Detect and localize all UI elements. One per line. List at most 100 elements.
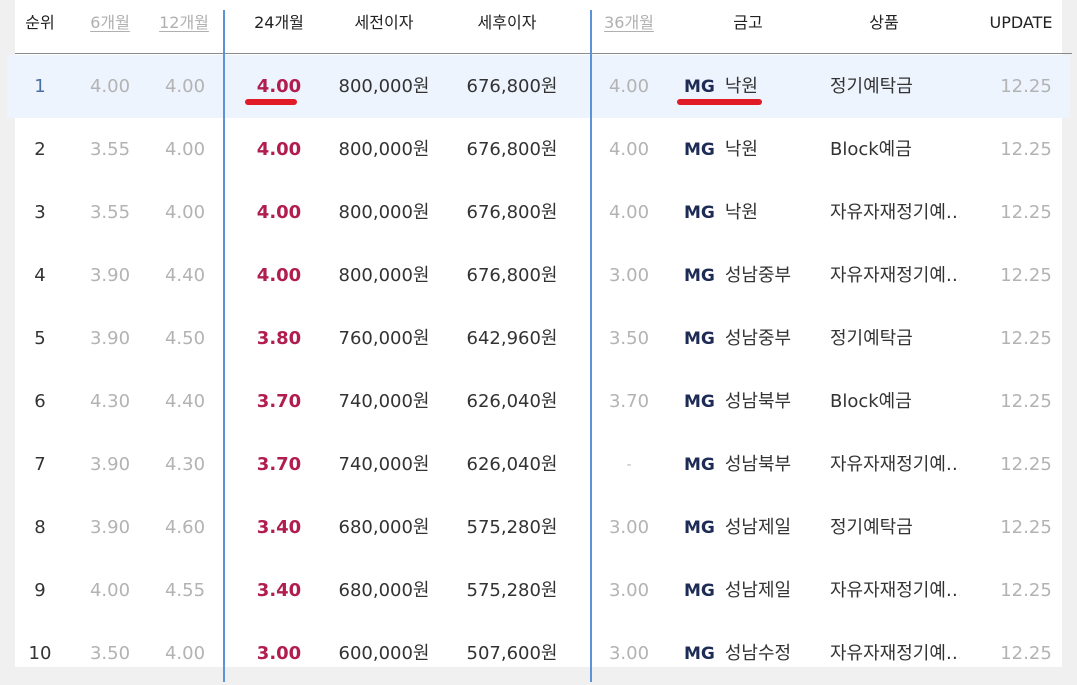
bank-name: 낙원 [724, 76, 758, 97]
cell-product[interactable]: 정기예탁금 [830, 77, 913, 97]
cell-36-month: - [626, 457, 632, 473]
cell-aftertax-interest: 676,800원 [466, 139, 558, 160]
bank-name: 성남중부 [724, 265, 792, 286]
cell-bank[interactable]: MG 낙원 [684, 203, 758, 224]
bank-name: 성남북부 [724, 454, 792, 475]
cell-update-date: 12.25 [1000, 391, 1052, 412]
cell-update-date: 12.25 [1000, 265, 1052, 286]
table-row[interactable]: 7 3.90 4.30 3.70 740,000원 626,040원 - 12.25 MG 성남북… [0, 433, 1077, 496]
column-divider-24-month [223, 10, 225, 682]
cell-product[interactable]: 자유자재정기예… [830, 581, 960, 601]
cell-update-date: 12.25 [1000, 517, 1052, 538]
cell-product[interactable]: 정기예탁금 [830, 518, 913, 538]
cell-12-month: 4.00 [164, 139, 206, 160]
header-12-month-sort[interactable]: 12개월 [159, 13, 209, 33]
cell-bank[interactable]: MG 성남제일 [684, 518, 791, 539]
cell-pretax-interest: 740,000원 [338, 454, 430, 475]
cell-bank[interactable]: MG 성남북부 [684, 454, 792, 476]
cell-36-month: 3.00 [608, 580, 650, 601]
column-divider-36-month [590, 10, 592, 682]
cell-pretax-interest: 800,000원 [338, 265, 430, 286]
cell-bank[interactable]: MG 성남중부 [684, 265, 792, 287]
mg-brand-logo: MG [684, 203, 715, 223]
table-row[interactable]: 4 3.90 4.40 4.00 800,000원 676,800원 3.00 12.25 MG… [0, 244, 1077, 307]
bank-name: 성남수정 [724, 643, 792, 664]
header-pretax-interest: 세전이자 [354, 13, 414, 32]
mg-brand-logo: MG [684, 140, 715, 160]
header-aftertax-interest: 세후이자 [477, 13, 537, 32]
cell-product[interactable]: 자유자재정기예… [830, 644, 960, 664]
cell-pretax-interest: 800,000원 [338, 139, 430, 160]
cell-rank: 2 [34, 139, 46, 160]
cell-6-month: 3.55 [89, 139, 131, 160]
cell-36-month: 3.00 [608, 517, 650, 538]
cell-product[interactable]: Block예금 [830, 140, 912, 160]
header-36-month-sort[interactable]: 36개월 [604, 13, 654, 33]
cell-aftertax-interest: 642,960원 [466, 328, 558, 349]
cell-12-month: 4.50 [164, 328, 206, 349]
mg-brand-logo: MG [684, 266, 715, 286]
cell-update-date: 12.25 [1000, 328, 1052, 349]
cell-36-month: 4.00 [608, 139, 650, 160]
cell-6-month: 4.00 [89, 76, 131, 97]
cell-24-month-rate: 3.00 [256, 643, 302, 664]
cell-rank: 9 [34, 580, 46, 601]
cell-aftertax-interest: 575,280원 [466, 580, 558, 601]
table-row[interactable]: 10 3.50 4.00 3.00 600,000원 507,600원 3.00 12.25 M… [0, 622, 1077, 685]
cell-pretax-interest: 600,000원 [338, 643, 430, 664]
cell-24-month-rate: 4.00 [256, 202, 302, 223]
header-product: 상품 [869, 13, 899, 32]
bank-name: 성남중부 [724, 328, 792, 349]
cell-12-month: 4.60 [164, 517, 206, 538]
table-row[interactable]: 8 3.90 4.60 3.40 680,000원 575,280원 3.00 12.25 MG… [0, 496, 1077, 559]
header-rank: 순위 [25, 13, 55, 32]
mg-brand-logo: MG [684, 644, 715, 664]
cell-aftertax-interest: 676,800원 [466, 76, 558, 97]
table-row[interactable]: 9 4.00 4.55 3.40 680,000원 575,280원 3.00 12.25 MG… [0, 559, 1077, 622]
header-bank: 금고 [733, 13, 763, 32]
cell-update-date: 12.25 [1000, 454, 1052, 475]
cell-24-month-rate: 4.00 [256, 265, 302, 286]
table-row[interactable]: 5 3.90 4.50 3.80 760,000원 642,960원 3.50 12.25 MG… [0, 307, 1077, 370]
cell-bank[interactable]: MG 낙원 [684, 140, 758, 161]
cell-product[interactable]: 정기예탁금 [830, 329, 913, 349]
cell-bank[interactable]: MG 성남제일 [684, 581, 791, 602]
cell-update-date: 12.25 [1000, 76, 1052, 97]
rate-highlight-underline [245, 99, 297, 105]
cell-aftertax-interest: 507,600원 [466, 643, 558, 664]
cell-24-month-rate: 3.40 [256, 517, 302, 538]
table-row[interactable]: 3 3.55 4.00 4.00 800,000원 676,800원 4.00 12.25 MG… [0, 181, 1077, 244]
cell-bank[interactable]: MG 낙원 [684, 76, 758, 98]
mg-brand-logo: MG [684, 581, 715, 601]
cell-24-month-rate: 3.70 [256, 391, 302, 412]
cell-6-month: 3.90 [89, 328, 131, 349]
cell-24-month-rate: 4.00 [256, 76, 302, 97]
cell-rank: 4 [34, 265, 46, 286]
cell-rank: 1 [34, 76, 46, 97]
cell-bank[interactable]: MG 성남중부 [684, 328, 792, 350]
cell-pretax-interest: 760,000원 [338, 328, 430, 349]
table-row[interactable]: 2 3.55 4.00 4.00 800,000원 676,800원 4.00 12.25 MG… [0, 118, 1077, 181]
cell-12-month: 4.40 [164, 265, 206, 286]
cell-product[interactable]: Block예금 [830, 392, 912, 412]
cell-product[interactable]: 자유자재정기예… [830, 203, 960, 223]
cell-rank: 5 [34, 328, 46, 349]
cell-product[interactable]: 자유자재정기예… [830, 455, 960, 475]
cell-24-month-rate: 3.80 [256, 328, 302, 349]
cell-product[interactable]: 자유자재정기예… [830, 266, 960, 286]
header-divider [15, 53, 1072, 54]
mg-brand-logo: MG [684, 329, 715, 349]
cell-pretax-interest: 800,000원 [338, 202, 430, 223]
cell-rank: 10 [28, 643, 52, 664]
cell-update-date: 12.25 [1000, 139, 1052, 160]
table-row[interactable]: 1 4.00 4.00 4.00 800,000원 676,800원 4.00 12.25 MG… [7, 55, 1070, 118]
cell-24-month-rate: 4.00 [256, 139, 302, 160]
mg-brand-logo: MG [684, 392, 715, 412]
cell-12-month: 4.30 [164, 454, 206, 475]
cell-bank[interactable]: MG 성남수정 [684, 643, 792, 665]
cell-bank[interactable]: MG 성남북부 [684, 392, 791, 413]
cell-36-month: 4.00 [608, 76, 650, 97]
header-6-month-sort[interactable]: 6개월 [90, 13, 130, 33]
header-24-month: 24개월 [254, 13, 304, 32]
table-row[interactable]: 6 4.30 4.40 3.70 740,000원 626,040원 3.70 12.25 MG… [0, 370, 1077, 433]
